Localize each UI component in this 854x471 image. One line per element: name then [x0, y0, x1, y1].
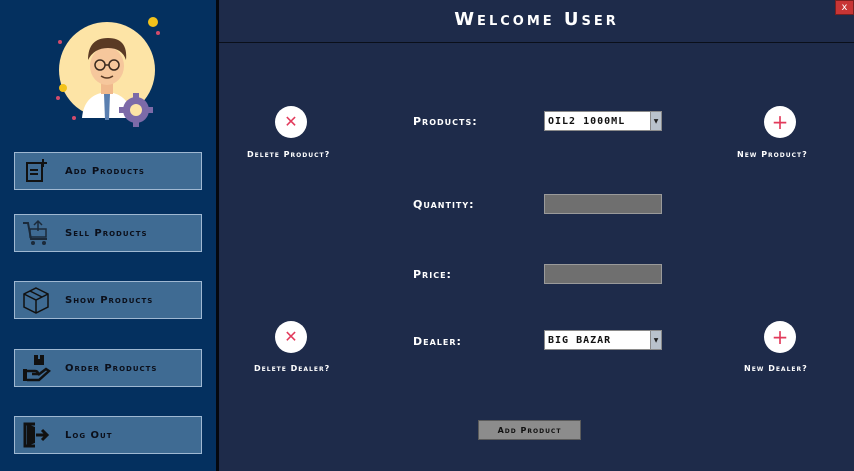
new-product-button[interactable]: +: [764, 106, 796, 138]
price-input[interactable]: [544, 264, 662, 284]
order-products-button[interactable]: Order Products: [14, 349, 202, 387]
add-products-button[interactable]: Add Products: [14, 152, 202, 190]
delete-product-button[interactable]: ✕: [275, 106, 307, 138]
quantity-label: Quantity:: [413, 198, 475, 211]
products-select-value: OIL2 1000ML: [548, 115, 626, 127]
add-product-button[interactable]: Add Product: [478, 420, 581, 440]
cart-icon: [18, 217, 54, 249]
dealer-select-value: BIG BAZAR: [548, 334, 612, 346]
log-out-button[interactable]: Log Out: [14, 416, 202, 454]
new-product-caption: New Product?: [737, 150, 808, 159]
nav-label: Order Products: [65, 362, 158, 374]
nav-label: Show Products: [65, 294, 154, 306]
new-dealer-caption: New Dealer?: [744, 364, 808, 373]
products-select[interactable]: OIL2 1000ML ▼: [544, 111, 662, 131]
main-panel: Welcome User: [219, 0, 854, 471]
plus-icon: +: [771, 110, 789, 134]
close-icon: ✕: [284, 327, 298, 346]
header-divider: [219, 42, 854, 43]
close-icon: ✕: [284, 112, 298, 131]
dealer-label: Dealer:: [413, 335, 462, 348]
delete-dealer-button[interactable]: ✕: [275, 321, 307, 353]
logout-icon: [18, 419, 54, 451]
dealer-select[interactable]: BIG BAZAR ▼: [544, 330, 662, 350]
user-avatar: [46, 8, 166, 128]
delete-product-caption: Delete Product?: [247, 150, 331, 159]
quantity-input[interactable]: [544, 194, 662, 214]
chevron-down-icon[interactable]: ▼: [650, 331, 661, 349]
nav-label: Add Products: [65, 165, 145, 177]
new-dealer-button[interactable]: +: [764, 321, 796, 353]
show-products-button[interactable]: Show Products: [14, 281, 202, 319]
close-button[interactable]: x: [835, 0, 854, 15]
hand-box-icon: [18, 352, 54, 384]
box-icon: [18, 284, 54, 316]
page-title: Welcome User: [454, 9, 619, 30]
nav-label: Sell Products: [65, 227, 148, 239]
chevron-down-icon[interactable]: ▼: [650, 112, 661, 130]
sidebar: Add Products Sell Products Show Products: [0, 0, 216, 471]
price-label: Price:: [413, 268, 452, 281]
delete-dealer-caption: Delete Dealer?: [254, 364, 331, 373]
sell-products-button[interactable]: Sell Products: [14, 214, 202, 252]
plus-icon: +: [771, 325, 789, 349]
products-label: Products:: [413, 115, 478, 128]
add-document-icon: [18, 155, 54, 187]
nav-label: Log Out: [65, 429, 113, 441]
